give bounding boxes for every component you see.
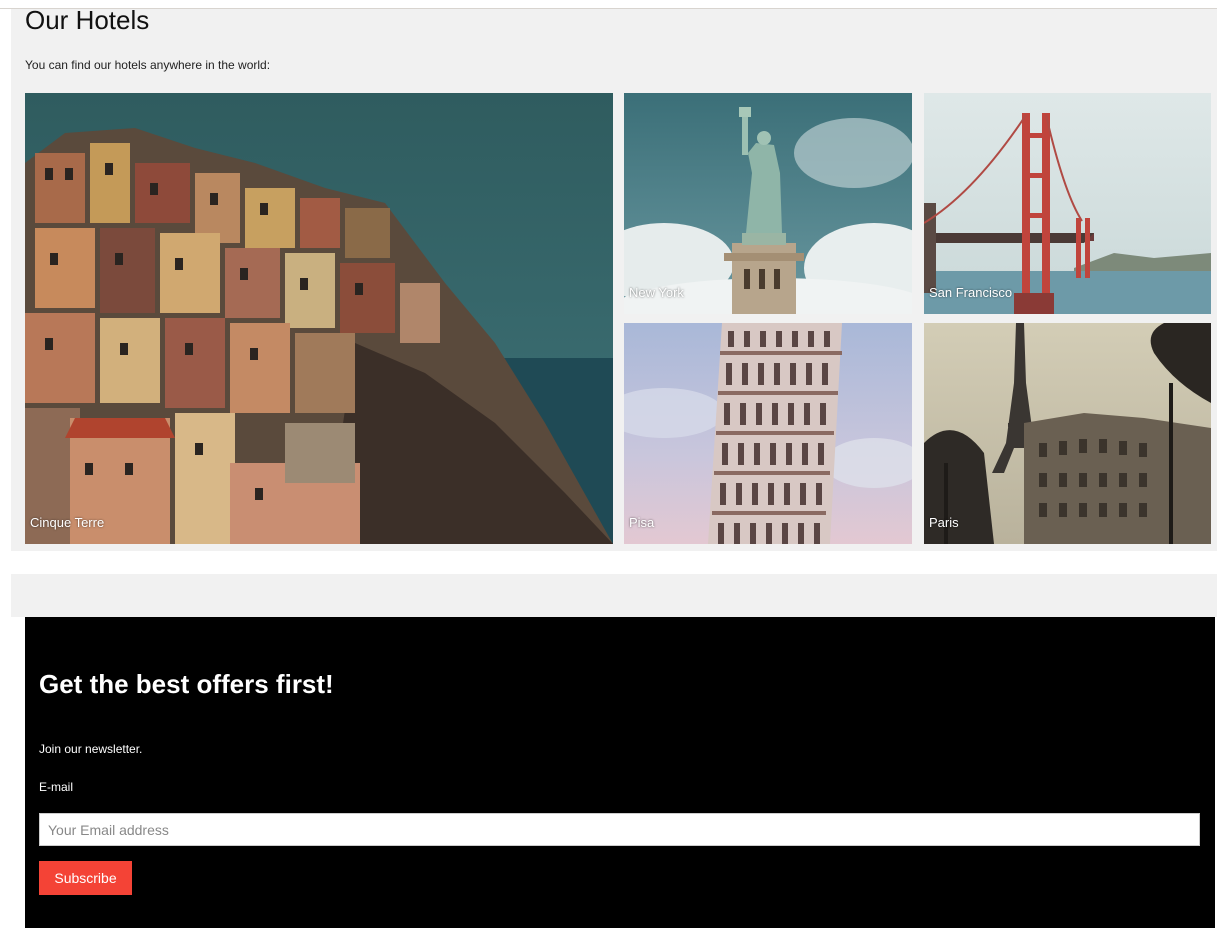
hotel-tile-cinque-terre[interactable]: Cinque Terre [25,93,613,544]
hotel-tile-new-york[interactable]: New York [624,93,912,314]
cinque-terre-photo [25,93,613,544]
eiffel-tower-photo [924,323,1211,544]
newsletter-section: Get the best offers first! Join our news… [25,617,1215,928]
newsletter-heading: Get the best offers first! [39,669,334,699]
tile-label-cinque-terre: Cinque Terre [30,515,105,530]
tile-label-new-york: New York [629,285,684,300]
tile-label-san-francisco: San Francisco [929,285,1013,300]
hotels-title: Our Hotels [25,5,150,35]
tile-label-paris: Paris [929,515,959,530]
hotels-section: Our Hotels You can find our hotels anywh… [11,5,1217,551]
statue-of-liberty-photo [624,93,912,314]
subscribe-button[interactable]: Subscribe [39,861,132,895]
section-spacer [11,574,1217,617]
golden-gate-bridge-photo [924,93,1211,314]
email-input[interactable] [39,813,1200,846]
newsletter-text: Join our newsletter. [39,742,143,756]
tile-label-pisa: Pisa [629,515,655,530]
hotel-tile-san-francisco[interactable]: San Francisco [924,93,1211,314]
hotels-subtitle: You can find our hotels anywhere in the … [25,58,271,72]
hotel-tile-pisa[interactable]: Pisa [624,323,912,544]
hotel-tile-paris[interactable]: Paris [924,323,1211,544]
leaning-tower-photo [624,323,912,544]
email-label: E-mail [39,780,74,794]
